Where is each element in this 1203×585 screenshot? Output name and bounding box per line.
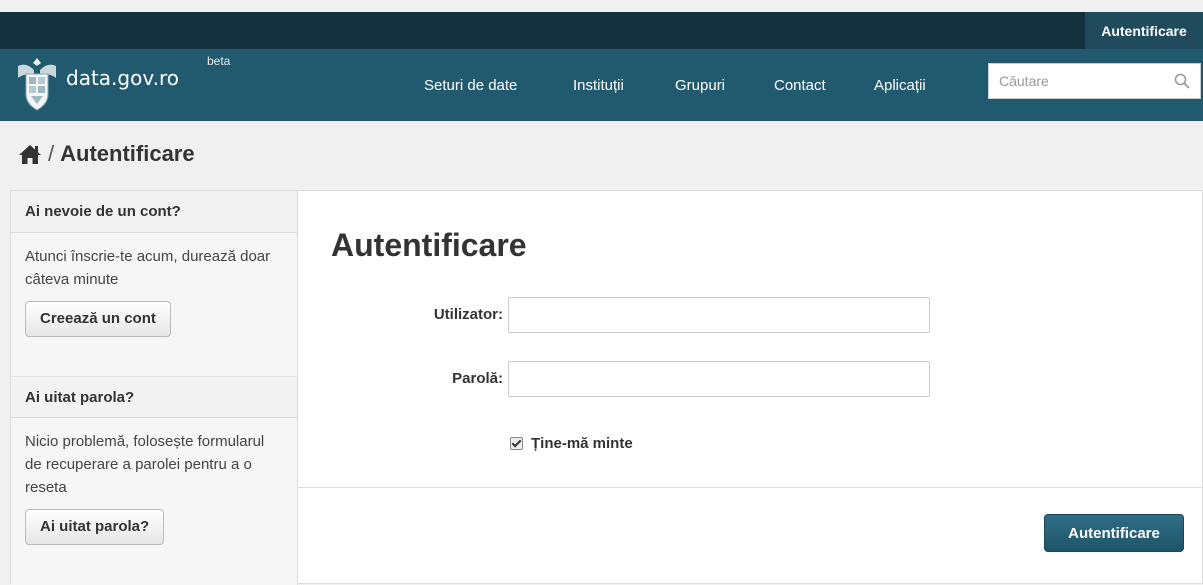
forgot-password-heading: Ai uitat parola? (11, 376, 297, 418)
nav-groups[interactable]: Grupuri (675, 77, 725, 94)
beta-badge: beta (207, 54, 231, 68)
top-bar: Autentificare (0, 12, 1203, 49)
signup-module: Atunci înscrie-te acum, durează doar cât… (11, 233, 297, 353)
search-input[interactable] (989, 64, 1179, 98)
search-icon[interactable] (1174, 73, 1190, 89)
breadcrumb-separator: / (48, 141, 55, 166)
nav-institutions[interactable]: Instituții (573, 77, 624, 94)
nav-contact[interactable]: Contact (774, 77, 826, 94)
remember-me-label[interactable]: Ține-mă minte (531, 435, 633, 452)
site-name: data.gov.ro (66, 66, 179, 90)
remember-me: Ține-mă minte (510, 435, 633, 452)
coat-of-arms-icon (18, 58, 56, 111)
login-submit-button[interactable]: Autentificare (1044, 514, 1184, 552)
page-title: Autentificare (331, 227, 527, 263)
username-label: Utilizator: (433, 306, 503, 323)
form-divider (298, 487, 1202, 488)
forgot-password-module: Nicio problemă, folosește formularul de … (11, 418, 297, 561)
password-row: Parolă: (298, 361, 938, 397)
main-navbar: data.gov.ro beta Seturi de date Instituț… (0, 49, 1203, 121)
content-panel: Ai nevoie de un cont? Atunci înscrie-te … (10, 190, 1203, 585)
breadcrumb-current: Autentificare (60, 141, 195, 166)
create-account-button[interactable]: Creează un cont (25, 301, 171, 337)
breadcrumb: / Autentificare (18, 141, 195, 167)
home-icon[interactable] (18, 143, 42, 165)
search-box (988, 63, 1201, 99)
remember-me-checkbox[interactable] (510, 437, 523, 450)
nav-applications[interactable]: Aplicații (874, 77, 926, 94)
nav-datasets[interactable]: Seturi de date (424, 77, 517, 94)
forgot-password-text: Nicio problemă, folosește formularul de … (25, 433, 265, 496)
login-link[interactable]: Autentificare (1085, 12, 1203, 49)
signup-heading: Ai nevoie de un cont? (11, 191, 297, 233)
signup-text: Atunci înscrie-te acum, durează doar cât… (25, 248, 271, 288)
site-logo[interactable]: data.gov.ro (14, 54, 179, 112)
forgot-password-button[interactable]: Ai uitat parola? (25, 509, 165, 545)
sidebar: Ai nevoie de un cont? Atunci înscrie-te … (11, 191, 298, 585)
username-field[interactable] (508, 297, 930, 333)
password-field[interactable] (508, 361, 930, 397)
username-row: Utilizator: (298, 297, 938, 333)
login-form-area: Autentificare Utilizator: Parolă: Ține-m… (298, 191, 1202, 585)
password-label: Parolă: (452, 370, 503, 387)
